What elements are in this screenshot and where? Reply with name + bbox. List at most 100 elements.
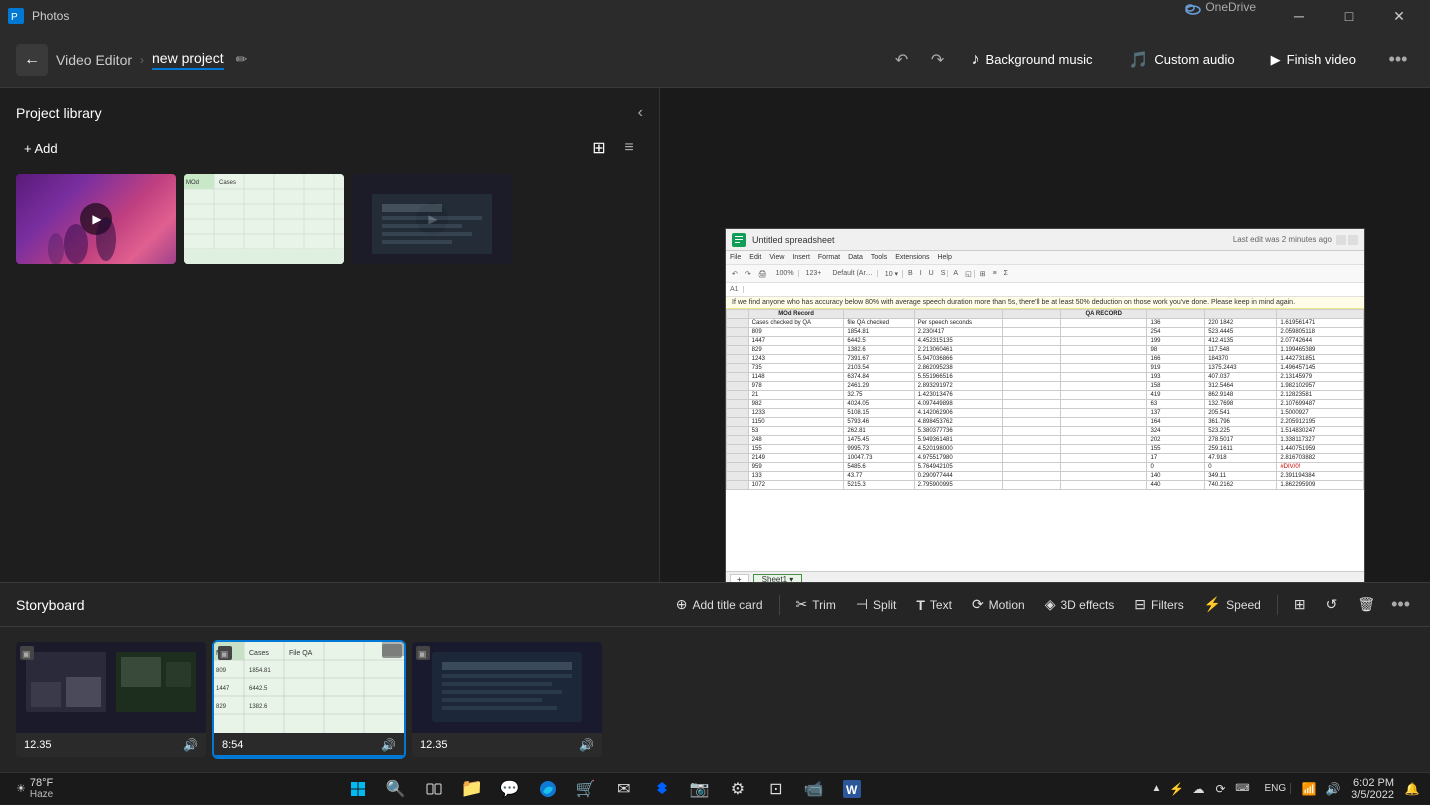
more-options-button[interactable]: ••• <box>1382 44 1414 76</box>
cell <box>1060 319 1147 328</box>
cell: 32.75 <box>844 391 914 400</box>
search-button[interactable]: 🔍 <box>378 773 414 805</box>
add-media-button[interactable]: + Add <box>16 137 66 160</box>
table-row: Cases checked by QA file QA checked Per … <box>727 319 1364 328</box>
undo-button[interactable]: ↶ <box>886 44 918 76</box>
toolbar-item: ⊞ <box>978 270 988 278</box>
media-item[interactable]: ▶ MOd Ca <box>184 174 344 264</box>
notification-icon[interactable]: 🔔 <box>1402 773 1422 805</box>
cell: 862.9148 <box>1205 391 1277 400</box>
grid-view-button[interactable]: ⊞ <box>585 134 613 162</box>
dropbox-button[interactable] <box>644 773 680 805</box>
redo-button[interactable]: ↷ <box>922 44 954 76</box>
file-explorer-button[interactable]: 📁 <box>454 773 490 805</box>
storyboard-more-button[interactable]: ••• <box>1387 590 1414 619</box>
edit-project-name-icon[interactable]: ✏ <box>236 51 248 68</box>
settings-button[interactable]: ⚙ <box>720 773 756 805</box>
spreadsheet-app-icons: Untitled spreadsheet <box>732 233 835 247</box>
volume-icon[interactable]: 🔊 <box>1323 773 1343 805</box>
menu-format[interactable]: Format <box>818 254 840 261</box>
task-view-button[interactable] <box>416 773 452 805</box>
cell: 5.551966516 <box>914 373 1003 382</box>
menu-extensions[interactable]: Extensions <box>895 254 929 261</box>
filters-button[interactable]: ⊟ Filters <box>1126 591 1191 618</box>
sheet-tab-1[interactable]: + <box>730 574 749 577</box>
cell <box>1060 391 1147 400</box>
sheets-icon <box>732 233 746 247</box>
cell: 248 <box>748 436 844 445</box>
3d-effects-button[interactable]: ◈ 3D effects <box>1037 591 1123 618</box>
background-music-button[interactable]: ♪ Background music <box>962 45 1103 75</box>
storyboard-clip-2[interactable]: MOd Cases File QA 809 1854.81 1447 6442.… <box>214 642 404 757</box>
cell: 47.918 <box>1205 454 1277 463</box>
cell: 1.423013476 <box>914 391 1003 400</box>
cell <box>1003 454 1061 463</box>
media-item[interactable]: ▶ <box>352 174 512 264</box>
onedrive-tray-icon[interactable]: ☁ <box>1189 773 1209 805</box>
menu-edit[interactable]: Edit <box>749 254 761 261</box>
onedrive-text: OneDrive <box>1205 0 1256 32</box>
wifi-icon[interactable]: 📶 <box>1299 773 1319 805</box>
outlook-button[interactable]: ✉ <box>606 773 642 805</box>
motion-button[interactable]: ⟳ Motion <box>964 591 1033 618</box>
cell: 4.142062906 <box>914 409 1003 418</box>
start-button[interactable] <box>340 773 376 805</box>
clock-widget[interactable]: 6:02 PM 3/5/2022 <box>1351 777 1394 801</box>
trim-button[interactable]: ✂ Trim <box>788 591 844 618</box>
storyboard-clip-1[interactable]: ▣ 12.35 🔊 <box>16 642 206 757</box>
clip-type-indicator: ▣ <box>218 646 232 663</box>
spreadsheet-toolbar: ↶ ↷ 🖨 100% 123+ Default (Ar… 10 ▾ B I U … <box>726 265 1364 283</box>
edge-button[interactable] <box>530 773 566 805</box>
tray-icon-1[interactable]: ⚡ <box>1167 773 1187 805</box>
cell: 5108.15 <box>844 409 914 418</box>
cell: 2.795900995 <box>914 481 1003 490</box>
speed-button[interactable]: ⚡ Speed <box>1196 591 1269 618</box>
camera-button[interactable]: 📹 <box>796 773 832 805</box>
row-num <box>727 472 749 481</box>
photos-taskbar-button[interactable]: 📷 <box>682 773 718 805</box>
custom-audio-button[interactable]: 🎵 Custom audio <box>1118 44 1244 76</box>
split-icon: ⊣ <box>856 596 868 613</box>
menu-data[interactable]: Data <box>848 254 863 261</box>
keyboard-icon[interactable]: ⌨ <box>1233 773 1253 805</box>
language-indicator[interactable]: ENG <box>1261 783 1292 794</box>
apps-button[interactable]: ⊡ <box>758 773 794 805</box>
toolbar-item: ◱ <box>963 270 975 278</box>
collapse-panel-button[interactable]: ‹ <box>638 104 643 122</box>
cell: 2.13145979 <box>1277 373 1364 382</box>
cell <box>1003 382 1061 391</box>
weather-widget[interactable]: ☀ 78°F Haze <box>8 777 61 800</box>
rotate-button[interactable]: ↺ <box>1318 591 1346 618</box>
maximize-btn[interactable]: □ <box>1326 0 1372 32</box>
svg-text:1382.6: 1382.6 <box>249 704 268 710</box>
close-btn[interactable]: ✕ <box>1376 0 1422 32</box>
cell: 220 1842 <box>1205 319 1277 328</box>
crop-button[interactable]: ⊞ <box>1286 591 1314 618</box>
update-icon[interactable]: ⟳ <box>1211 773 1231 805</box>
finish-video-button[interactable]: ▶ Finish video <box>1261 46 1366 74</box>
menu-tools[interactable]: Tools <box>871 254 887 261</box>
list-view-button[interactable]: ≡ <box>615 134 643 162</box>
svg-text:▣: ▣ <box>220 649 229 659</box>
cell: 2.213060461 <box>914 346 1003 355</box>
teams-button[interactable]: 💬 <box>492 773 528 805</box>
motion-icon: ⟳ <box>972 596 984 613</box>
media-item[interactable]: ▶ <box>16 174 176 264</box>
word-button[interactable]: W <box>834 773 870 805</box>
sheet-tab-2[interactable]: Sheet1 ▾ <box>753 574 803 577</box>
tray-up-arrow[interactable]: ▲ <box>1149 773 1165 805</box>
back-button[interactable]: ← <box>16 44 48 76</box>
delete-clip-button[interactable]: 🗑 <box>1349 591 1383 618</box>
menu-view[interactable]: View <box>769 254 784 261</box>
taskbar-right: ▲ ⚡ ☁ ⟳ ⌨ ENG 📶 🔊 6:02 PM 3/5/2022 🔔 <box>1149 773 1423 805</box>
menu-file[interactable]: File <box>730 254 741 261</box>
menu-insert[interactable]: Insert <box>792 254 810 261</box>
store-button[interactable]: 🛒 <box>568 773 604 805</box>
storyboard-clip-3[interactable]: ▣ 12.35 🔊 <box>412 642 602 757</box>
menu-help[interactable]: Help <box>937 254 951 261</box>
split-button[interactable]: ⊣ Split <box>848 591 905 618</box>
text-button[interactable]: T Text <box>908 592 960 618</box>
add-title-card-button[interactable]: ⊕ Add title card <box>668 591 771 618</box>
minimize-btn[interactable]: ─ <box>1276 0 1322 32</box>
custom-audio-label: Custom audio <box>1154 52 1234 67</box>
